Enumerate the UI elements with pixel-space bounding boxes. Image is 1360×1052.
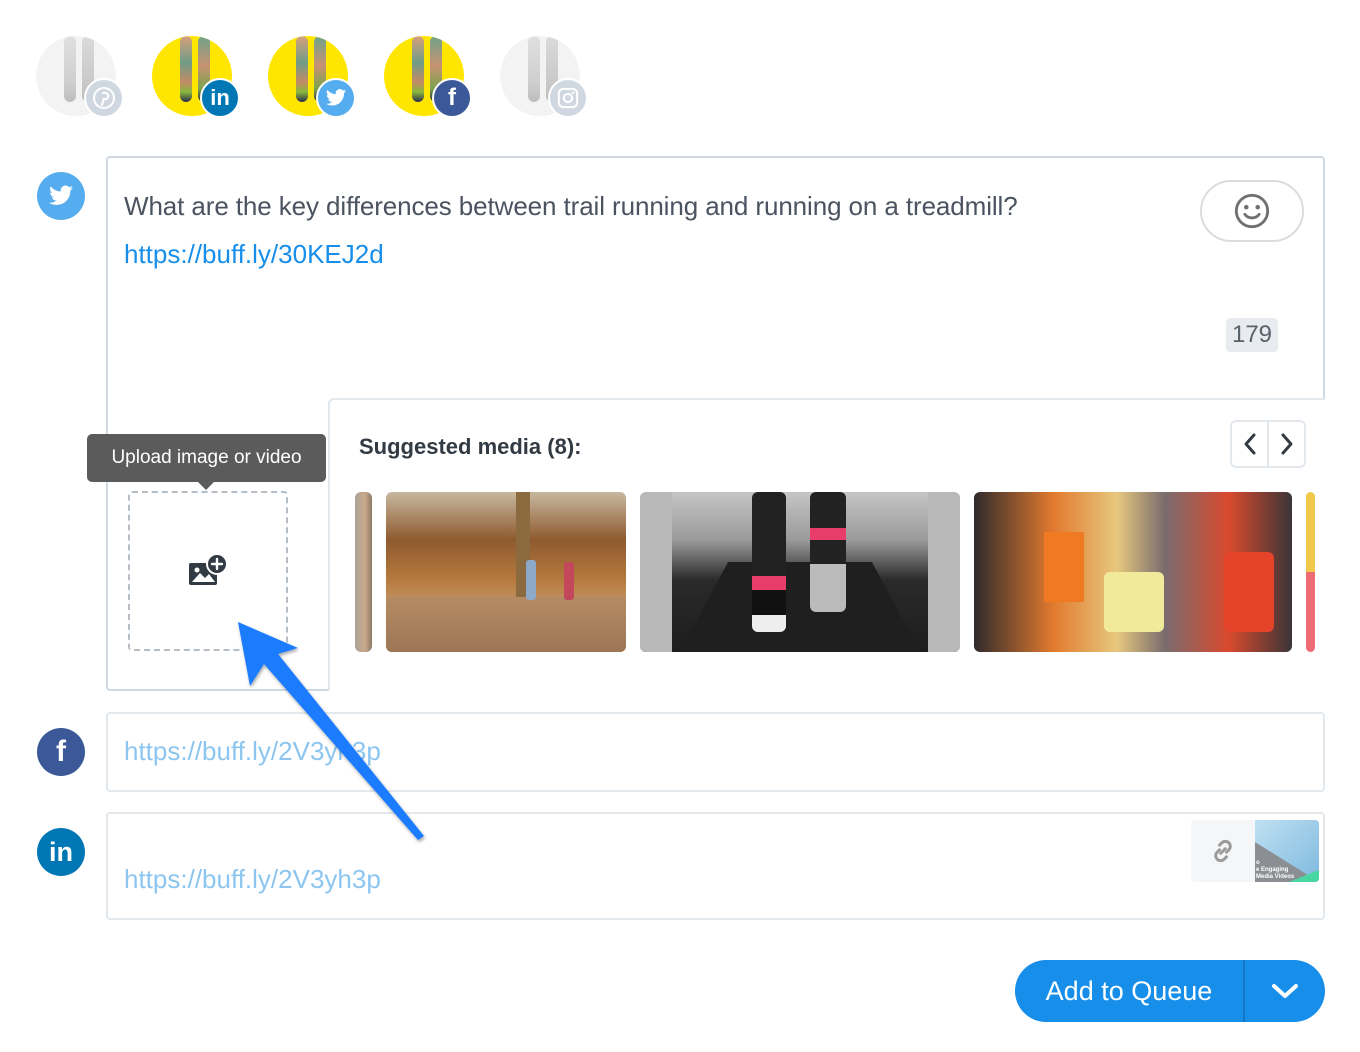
add-to-queue-button[interactable]: Add to Queue <box>1015 960 1245 1022</box>
link-preview[interactable]: o e Engaging Media Videos <box>1191 820 1319 882</box>
linkedin-icon: in <box>200 78 240 118</box>
link-icon <box>1191 820 1255 882</box>
profile-avatar-pinterest[interactable] <box>36 36 124 118</box>
link-preview-text: o e Engaging Media Videos <box>1256 860 1295 880</box>
pinterest-icon <box>84 78 124 118</box>
suggested-media-panel: Suggested media (8): <box>328 398 1325 691</box>
suggested-media-item[interactable] <box>386 492 626 652</box>
carousel-prev-button[interactable] <box>1232 422 1267 466</box>
profile-avatar-facebook[interactable]: f <box>384 36 472 118</box>
chevron-left-icon <box>1244 433 1255 455</box>
chevron-down-icon <box>1272 984 1298 998</box>
linkedin-post-link[interactable]: https://buff.ly/2V3yh3p <box>124 864 381 895</box>
linkedin-icon: in <box>37 828 85 876</box>
emoji-button[interactable] <box>1200 180 1304 242</box>
add-to-queue-split-button: Add to Queue <box>1015 960 1325 1022</box>
post-text[interactable]: What are the key differences between tra… <box>124 182 1018 230</box>
profile-avatar-linkedin[interactable]: in <box>152 36 240 118</box>
facebook-icon: f <box>432 78 472 118</box>
suggested-media-item[interactable] <box>355 492 372 652</box>
link-preview-thumbnail: o e Engaging Media Videos <box>1255 820 1319 882</box>
chevron-right-icon <box>1281 433 1292 455</box>
carousel-next-button[interactable] <box>1267 422 1304 466</box>
facebook-post-link[interactable]: https://buff.ly/2V3yh3p <box>124 736 381 767</box>
twitter-icon <box>316 78 356 118</box>
instagram-icon <box>548 78 588 118</box>
profile-avatar-instagram[interactable] <box>500 36 588 118</box>
suggested-media-item[interactable] <box>1306 492 1315 652</box>
twitter-composer[interactable]: What are the key differences between tra… <box>106 156 1325 691</box>
profile-selector: in f <box>36 36 636 120</box>
suggested-media-list <box>355 492 1325 654</box>
suggested-media-title: Suggested media (8): <box>359 434 582 459</box>
character-count: 179 <box>1226 318 1278 352</box>
post-link[interactable]: https://buff.ly/30KEJ2d <box>124 230 384 278</box>
suggested-media-item[interactable] <box>974 492 1292 652</box>
suggested-media-item[interactable] <box>640 492 960 652</box>
carousel-nav <box>1230 420 1306 468</box>
facebook-icon: f <box>37 728 85 776</box>
smiley-icon <box>1234 193 1270 229</box>
profile-avatar-twitter[interactable] <box>268 36 356 118</box>
upload-media-button[interactable] <box>128 491 288 651</box>
queue-options-button[interactable] <box>1245 960 1325 1022</box>
facebook-composer[interactable]: https://buff.ly/2V3yh3p <box>106 712 1325 792</box>
linkedin-composer[interactable]: https://buff.ly/2V3yh3p o e Engaging Med… <box>106 812 1325 920</box>
upload-tooltip: Upload image or video <box>87 434 326 490</box>
add-image-icon <box>189 553 228 585</box>
twitter-icon <box>37 172 85 220</box>
